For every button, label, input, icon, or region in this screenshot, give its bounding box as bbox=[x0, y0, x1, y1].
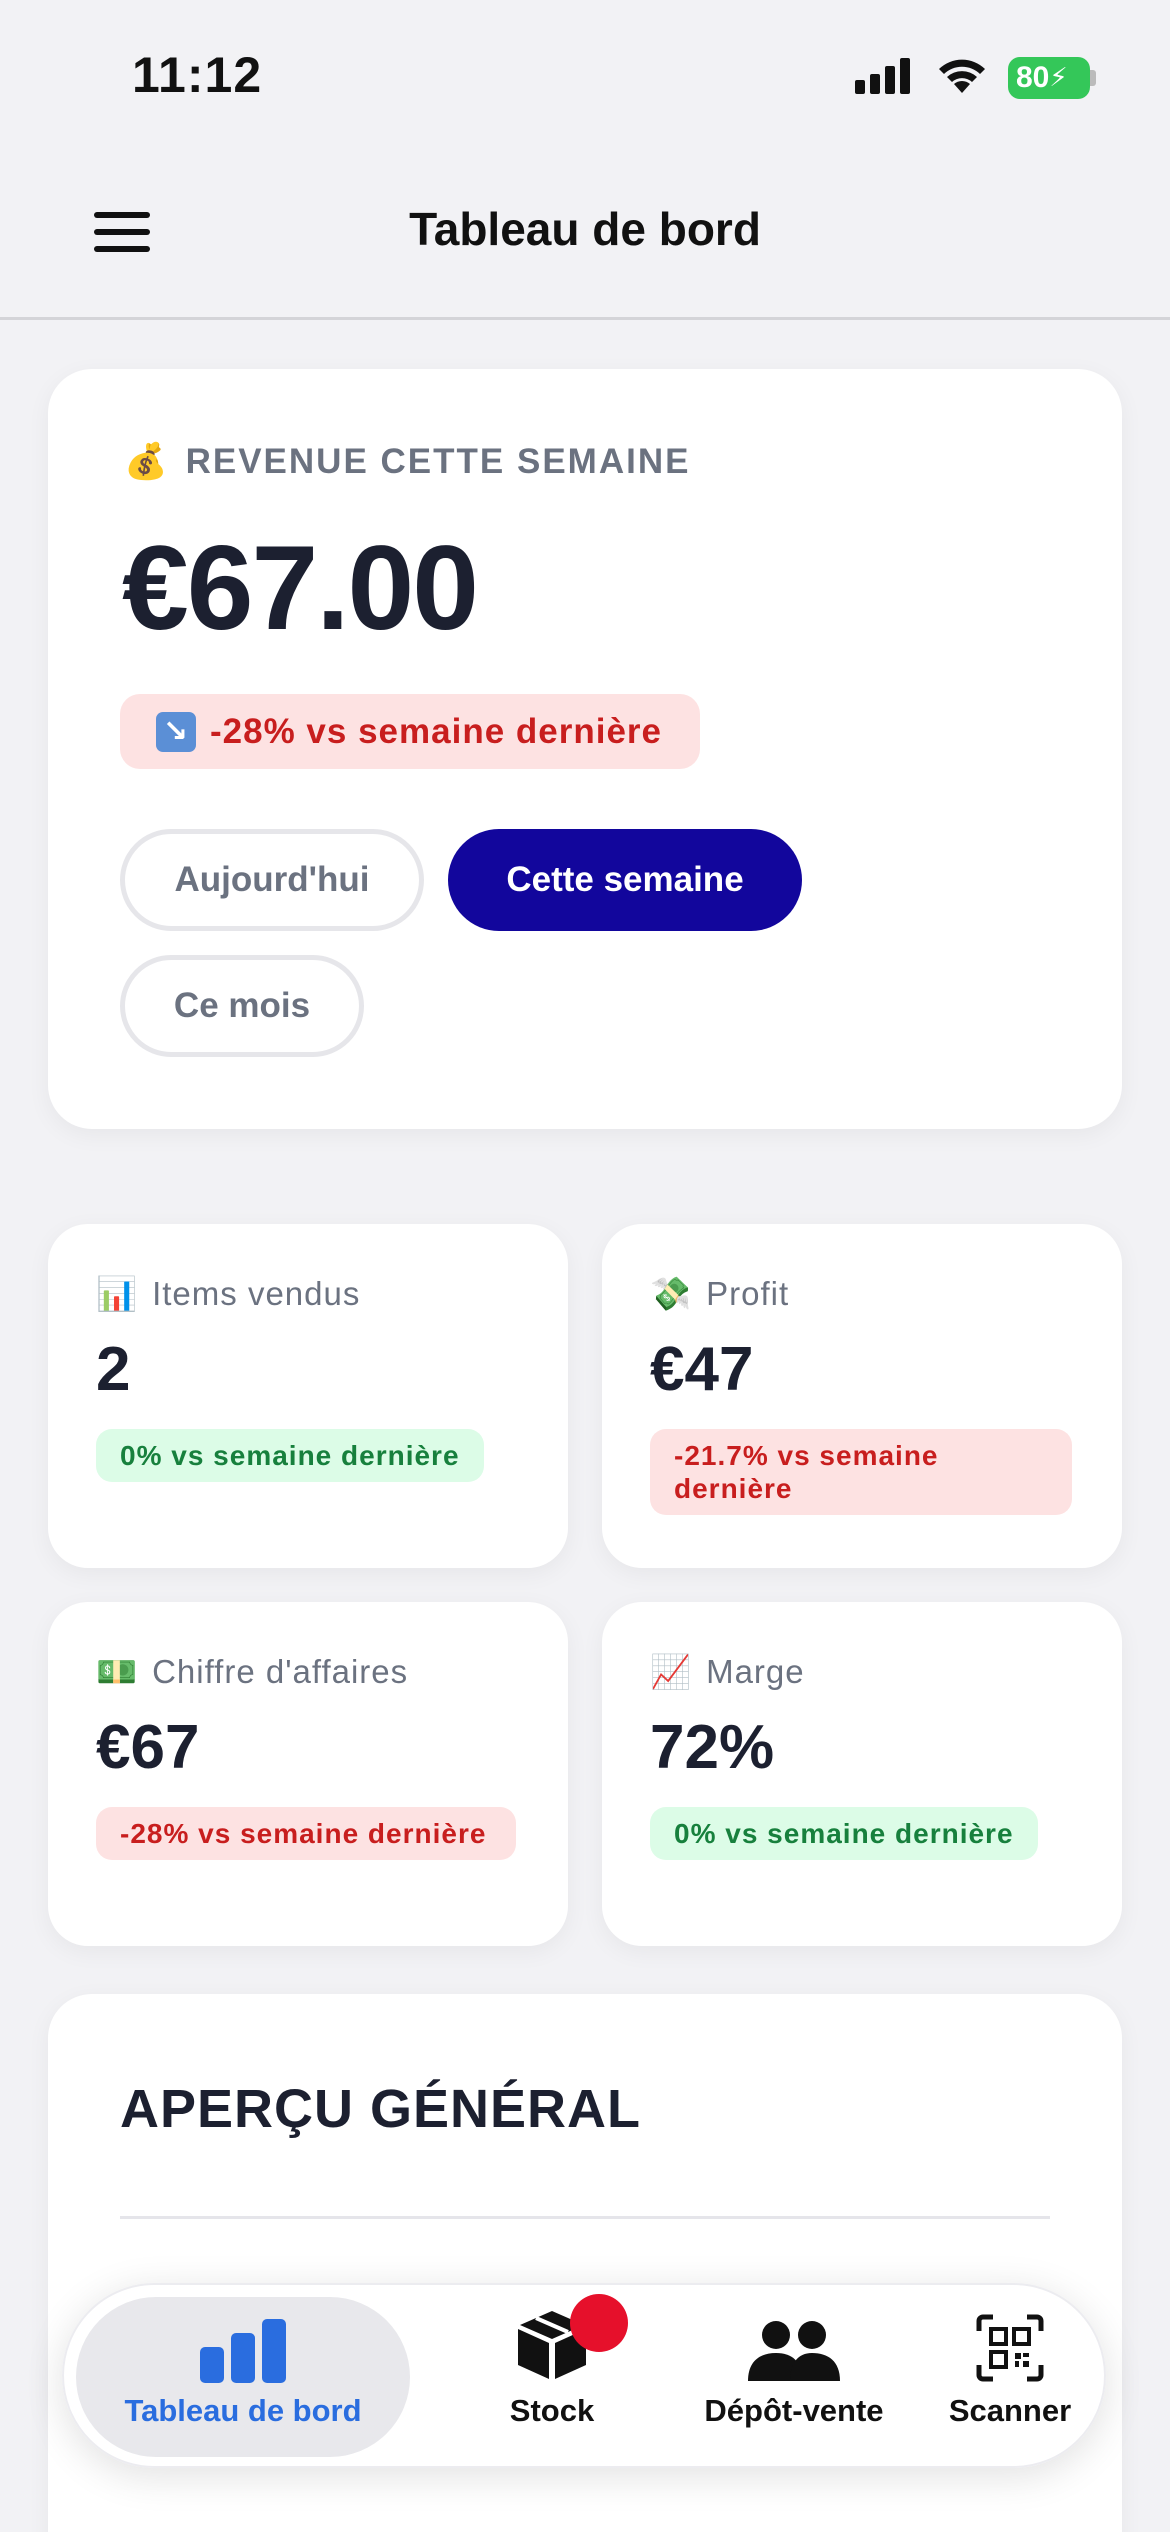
money-bag-icon: 💰 bbox=[124, 442, 170, 482]
stat-label: 💵 Chiffre d'affaires bbox=[96, 1652, 408, 1692]
battery-level: 80 bbox=[1016, 61, 1050, 94]
stat-value: €67 bbox=[96, 1713, 200, 1782]
notification-badge bbox=[570, 2294, 628, 2352]
cellular-signal-icon bbox=[855, 58, 910, 94]
revenue-card: 💰 REVENUE CETTE SEMAINE €67.00 ↘ -28% vs… bbox=[48, 369, 1122, 1129]
period-today-button[interactable]: Aujourd'hui bbox=[120, 829, 424, 931]
stat-label: 📊 Items vendus bbox=[96, 1274, 360, 1314]
nav-item-scanner[interactable]: Scanner bbox=[920, 2297, 1100, 2457]
nav-item-consignment[interactable]: Dépôt-vente bbox=[654, 2297, 934, 2457]
status-time: 11:12 bbox=[132, 47, 263, 103]
nav-label: Scanner bbox=[948, 2393, 1072, 2428]
revenue-value: €67.00 bbox=[122, 521, 479, 655]
stat-label-text: Marge bbox=[706, 1653, 805, 1690]
stat-change-badge: 0% vs semaine dernière bbox=[96, 1429, 484, 1482]
revenue-label: 💰 REVENUE CETTE SEMAINE bbox=[124, 441, 691, 483]
trend-down-icon: ↘ bbox=[156, 711, 196, 752]
status-bar: 11:12 80 ⚡ bbox=[0, 0, 1170, 150]
bar-chart-emoji-icon: 📊 bbox=[96, 1274, 139, 1313]
chart-increasing-icon: 📈 bbox=[650, 1652, 693, 1691]
app-header: Tableau de bord bbox=[0, 150, 1170, 320]
people-icon bbox=[748, 2321, 840, 2381]
qr-code-icon bbox=[976, 2314, 1044, 2382]
overview-title: APERÇU GÉNÉRAL bbox=[120, 2079, 642, 2139]
nav-item-stock[interactable]: Stock bbox=[434, 2294, 670, 2457]
page-title: Tableau de bord bbox=[409, 203, 761, 255]
stat-value: 2 bbox=[96, 1335, 131, 1404]
dollar-banknote-icon: 💵 bbox=[96, 1652, 139, 1691]
stat-label-text: Profit bbox=[706, 1275, 790, 1312]
stat-change-badge: -21.7% vs semaine dernière bbox=[650, 1429, 1072, 1515]
stat-card-items-sold: 📊 Items vendus 2 0% vs semaine dernière bbox=[48, 1224, 568, 1568]
revenue-trend-text: -28% vs semaine dernière bbox=[210, 711, 663, 751]
divider bbox=[120, 2216, 1050, 2219]
bar-chart-icon bbox=[200, 2319, 286, 2383]
stat-value: 72% bbox=[650, 1713, 775, 1782]
wifi-icon bbox=[939, 59, 985, 93]
stat-label-text: Items vendus bbox=[152, 1275, 361, 1312]
money-flying-icon: 💸 bbox=[650, 1274, 693, 1313]
bottom-nav: Tableau de bord Stock Dépôt-vente Scanne… bbox=[62, 2283, 1106, 2468]
nav-label: Dépôt-vente bbox=[704, 2393, 884, 2428]
stat-card-margin: 📈 Marge 72% 0% vs semaine dernière bbox=[602, 1602, 1122, 1946]
stat-change-badge: 0% vs semaine dernière bbox=[650, 1807, 1038, 1860]
revenue-trend-badge: ↘ -28% vs semaine dernière bbox=[120, 694, 701, 769]
period-month-button[interactable]: Ce mois bbox=[120, 955, 364, 1057]
revenue-label-text: REVENUE CETTE SEMAINE bbox=[185, 441, 691, 481]
stat-label: 📈 Marge bbox=[650, 1652, 805, 1692]
nav-item-dashboard[interactable]: Tableau de bord bbox=[76, 2297, 410, 2457]
nav-label: Tableau de bord bbox=[124, 2393, 362, 2428]
battery-tip bbox=[1090, 70, 1096, 86]
stat-card-turnover: 💵 Chiffre d'affaires €67 -28% vs semaine… bbox=[48, 1602, 568, 1946]
period-week-button[interactable]: Cette semaine bbox=[448, 829, 802, 931]
nav-label: Stock bbox=[509, 2393, 595, 2428]
stat-change-badge: -28% vs semaine dernière bbox=[96, 1807, 516, 1860]
battery-icon: 80 ⚡ bbox=[1008, 57, 1090, 99]
stat-card-profit: 💸 Profit €47 -21.7% vs semaine dernière bbox=[602, 1224, 1122, 1568]
stat-label-text: Chiffre d'affaires bbox=[152, 1653, 409, 1690]
stat-label: 💸 Profit bbox=[650, 1274, 789, 1314]
stat-value: €47 bbox=[650, 1335, 754, 1404]
